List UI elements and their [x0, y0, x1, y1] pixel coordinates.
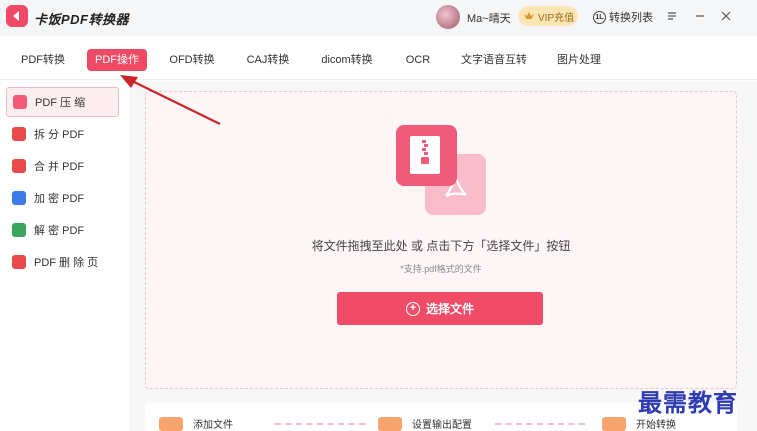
sidebar-item-label: PDF 删 除 页 [34, 257, 99, 269]
lock-icon [12, 191, 26, 205]
step-icon [378, 416, 402, 431]
step-icon [159, 416, 183, 431]
drop-hint-text: 将文件拖拽至此处 或 点击下方「选择文件」按钮 [311, 239, 571, 253]
step-label: 开始转换 [636, 420, 676, 431]
sidebar-item-encrypt-pdf[interactable]: 加 密 PDF [6, 183, 119, 213]
tab-ofd-convert[interactable]: OFD转换 [161, 49, 222, 71]
menu-icon[interactable] [662, 6, 682, 26]
tab-ocr[interactable]: OCR [398, 49, 438, 71]
plus-icon: + [405, 301, 420, 316]
step-connector [275, 423, 365, 425]
user-avatar[interactable] [436, 5, 460, 29]
step-label: 设置输出配置 [412, 420, 472, 431]
vip-recharge-button[interactable]: VIP充值 [518, 6, 578, 26]
step-connector [495, 423, 585, 425]
category-tab-bar: PDF转换 PDF操作 OFD转换 CAJ转换 dicom转换 OCR 文字语音… [0, 36, 757, 80]
vip-crown-icon [524, 12, 534, 19]
select-file-label: 选择文件 [425, 302, 474, 316]
app-title: 卡饭PDF转换器 [34, 12, 130, 27]
merge-icon [12, 159, 26, 173]
close-icon[interactable] [716, 6, 736, 26]
watermark-text: 最需教育 [638, 388, 738, 417]
split-icon [12, 127, 26, 141]
step-add-file: 添加文件 [159, 416, 233, 431]
sidebar-item-pdf-compress[interactable]: PDF 压 缩 [6, 87, 119, 117]
tab-pdf-convert[interactable]: PDF转换 [13, 49, 73, 71]
user-name[interactable]: Ma~晴天 [467, 10, 511, 26]
conversion-list-icon: 1L [593, 10, 606, 24]
sidebar-item-label: 拆 分 PDF [34, 129, 85, 141]
sidebar-item-delete-page[interactable]: PDF 删 除 页 [6, 247, 119, 277]
zip-file-icon [396, 125, 457, 186]
tab-image-process[interactable]: 图片处理 [549, 49, 609, 71]
app-logo-icon [6, 5, 28, 27]
tab-caj-convert[interactable]: CAJ转换 [239, 49, 298, 71]
title-bar: 卡饭PDF转换器 Ma~晴天 VIP充值 1L 转换列表 [0, 0, 757, 36]
select-file-button[interactable]: + 选择文件 [337, 292, 543, 325]
tab-pdf-operation[interactable]: PDF操作 [87, 49, 147, 71]
tab-dicom-convert[interactable]: dicom转换 [313, 49, 380, 71]
unlock-icon [12, 223, 26, 237]
sidebar: PDF 压 缩 拆 分 PDF 合 并 PDF 加 密 PDF 解 密 PDF … [0, 81, 131, 431]
delete-page-icon [12, 255, 26, 269]
step-output-config: 设置输出配置 [378, 416, 472, 431]
conversion-list-button[interactable]: 1L 转换列表 [593, 9, 653, 25]
tab-text-speech[interactable]: 文字语音互转 [453, 49, 535, 71]
sidebar-item-label: 解 密 PDF [34, 225, 85, 237]
sidebar-item-label: PDF 压 缩 [35, 97, 86, 109]
file-drop-zone[interactable]: 将文件拖拽至此处 或 点击下方「选择文件」按钮 *支持.pdf格式的文件 + 选… [145, 91, 737, 389]
vip-label: VIP充值 [538, 12, 575, 24]
sidebar-item-split-pdf[interactable]: 拆 分 PDF [6, 119, 119, 149]
sidebar-item-label: 合 并 PDF [34, 161, 85, 173]
step-start-convert: 开始转换 [602, 416, 676, 431]
compress-icon [13, 95, 27, 109]
step-label: 添加文件 [193, 420, 233, 431]
sidebar-item-decrypt-pdf[interactable]: 解 密 PDF [6, 215, 119, 245]
sidebar-item-label: 加 密 PDF [34, 193, 85, 205]
conversion-list-label: 转换列表 [609, 12, 653, 24]
main-panel: 将文件拖拽至此处 或 点击下方「选择文件」按钮 *支持.pdf格式的文件 + 选… [131, 81, 757, 431]
supported-format-text: *支持.pdf格式的文件 [400, 264, 482, 274]
minimize-icon[interactable] [690, 6, 710, 26]
sidebar-item-merge-pdf[interactable]: 合 并 PDF [6, 151, 119, 181]
step-icon [602, 416, 626, 431]
